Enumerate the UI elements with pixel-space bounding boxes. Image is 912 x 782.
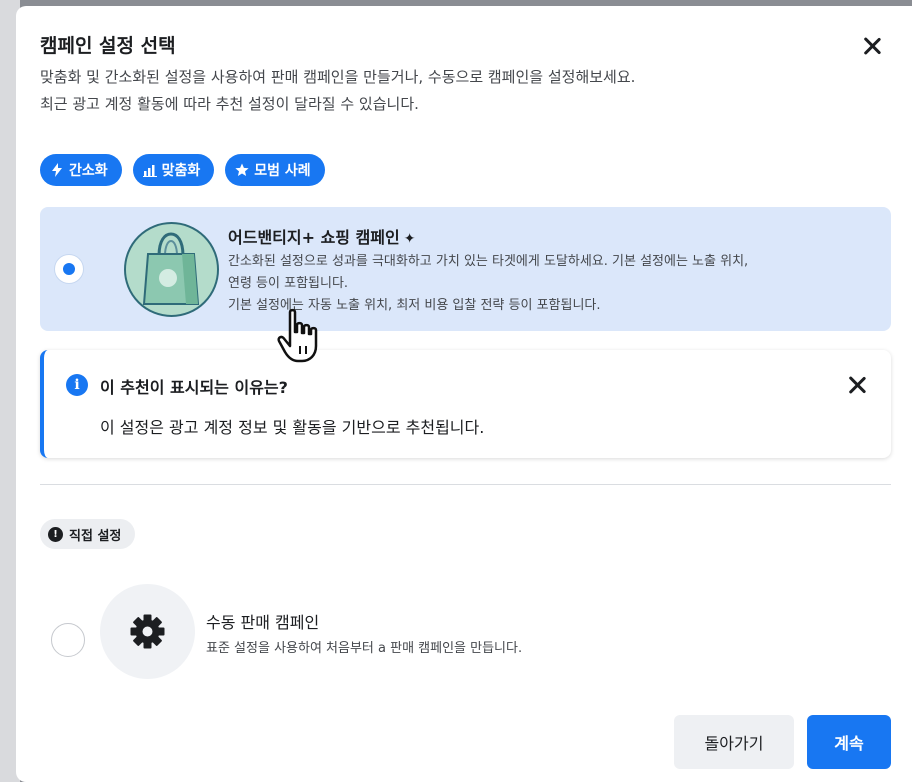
gear-icon-circle xyxy=(100,584,195,679)
tag-customized: 맞춤화 xyxy=(132,154,215,186)
tag-best-practices: 모범 사례 xyxy=(225,154,325,186)
advantage-shopping-option[interactable]: 어드밴티지+ 쇼핑 캠페인 ✦ 간소화된 설정으로 성과를 극대화하고 가치 있는… xyxy=(40,207,891,331)
dialog-subtitle-line1: 맞춤화 및 간소화된 설정을 사용하여 판매 캠페인을 만들거나, 수동으로 캠… xyxy=(40,68,636,86)
section-divider xyxy=(40,484,891,485)
advantage-desc-line2: 연령 등이 포함됩니다. xyxy=(228,276,349,291)
tag-label: 간소화 xyxy=(69,163,108,179)
close-info-button[interactable] xyxy=(844,372,870,398)
lightning-icon xyxy=(52,163,62,177)
continue-button[interactable]: 계속 xyxy=(807,715,891,769)
manual-chip-label: 직접 설정 xyxy=(69,528,122,544)
campaign-setup-dialog: 캠페인 설정 선택 맞춤화 및 간소화된 설정을 사용하여 판매 캠페인을 만들… xyxy=(16,6,912,782)
advantage-desc-line3: 기본 설정에는 자동 노출 위치, 최저 비용 입찰 전략 등이 포함됩니다. xyxy=(228,298,601,313)
manual-radio[interactable] xyxy=(51,623,85,657)
bar-chart-icon xyxy=(142,165,157,177)
tag-simplified: 간소화 xyxy=(40,154,122,186)
close-dialog-button[interactable] xyxy=(858,32,886,60)
tag-label: 맞춤화 xyxy=(161,163,201,179)
manual-option-description: 표준 설정을 사용하여 처음부터 a 판매 캠페인을 만듭니다. xyxy=(206,641,523,656)
advantage-option-description: 간소화된 설정으로 성과를 극대화하고 가치 있는 타겟에게 도달하세요. 기본… xyxy=(228,251,888,317)
info-box-title: 이 추천이 표시되는 이유는? xyxy=(100,378,288,397)
gear-icon xyxy=(130,614,165,649)
manual-option-title: 수동 판매 캠페인 xyxy=(206,613,320,632)
recommendation-info-box: i 이 추천이 표시되는 이유는? 이 설정은 광고 계정 정보 및 활동을 기… xyxy=(40,350,891,458)
info-box-text: 이 설정은 광고 계정 정보 및 활동을 기반으로 추천됩니다. xyxy=(100,418,485,437)
info-icon: i xyxy=(66,374,88,396)
star-icon xyxy=(235,163,249,176)
sparkle-icon: ✦ xyxy=(403,231,416,247)
dialog-title: 캠페인 설정 선택 xyxy=(40,35,176,57)
advantage-option-title: 어드밴티지+ 쇼핑 캠페인 ✦ xyxy=(228,228,416,247)
back-button[interactable]: 돌아가기 xyxy=(674,715,794,769)
dialog-subtitle: 맞춤화 및 간소화된 설정을 사용하여 판매 캠페인을 만들거나, 수동으로 캠… xyxy=(40,64,860,118)
advantage-radio[interactable] xyxy=(55,255,83,283)
manual-setup-chip: ! 직접 설정 xyxy=(40,519,136,549)
advantage-desc-line1: 간소화된 설정으로 성과를 극대화하고 가치 있는 타겟에게 도달하세요. 기본… xyxy=(228,254,749,269)
shopping-bag-icon xyxy=(142,232,200,305)
feature-tags: 간소화 맞춤화 모범 사례 xyxy=(40,154,325,186)
shopping-bag-icon-circle xyxy=(124,222,219,317)
dialog-subtitle-line2: 최근 광고 계정 활동에 따라 추천 설정이 달라질 수 있습니다. xyxy=(40,95,419,113)
alert-icon: ! xyxy=(48,526,63,542)
tag-label: 모범 사례 xyxy=(254,163,311,179)
